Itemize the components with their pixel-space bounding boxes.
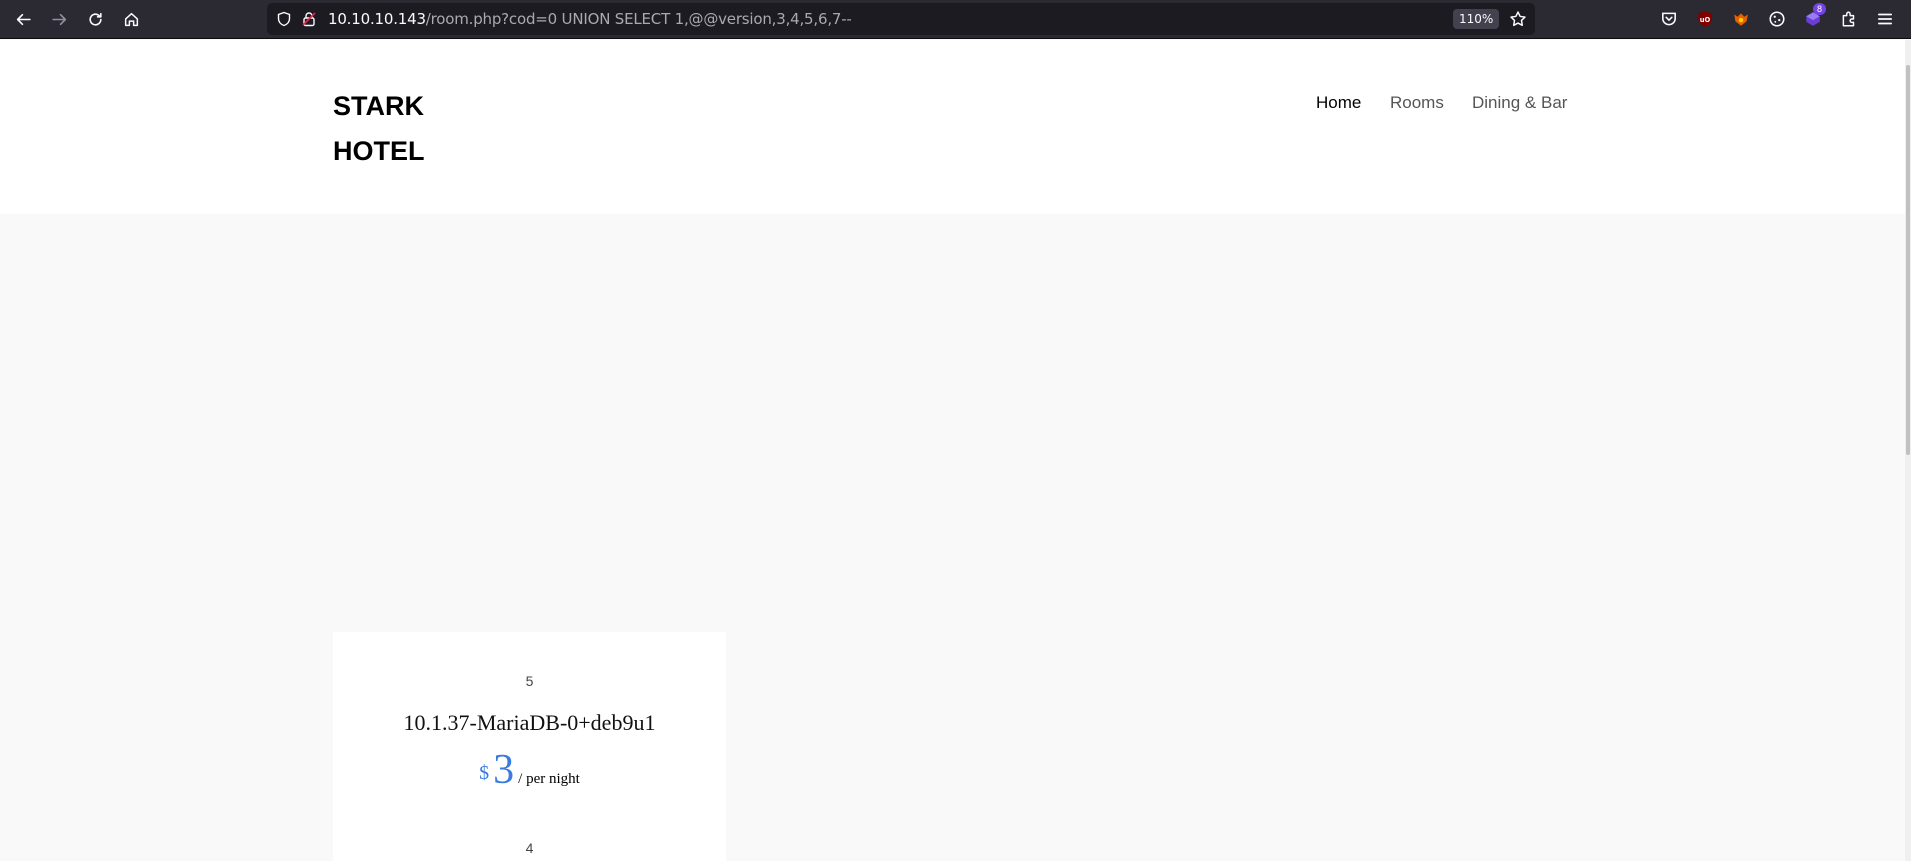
svg-text:uO: uO xyxy=(1700,16,1711,24)
menu-button[interactable] xyxy=(1874,8,1896,30)
extension-badge: 8 xyxy=(1813,3,1826,15)
site-header: STARK HOTEL Home Rooms Dining & Bar xyxy=(0,40,1909,214)
price-currency: $ xyxy=(479,762,490,784)
nav-home[interactable]: Home xyxy=(1316,93,1361,113)
scrollbar-thumb[interactable] xyxy=(1906,65,1910,455)
pocket-icon xyxy=(1662,12,1676,26)
hamburger-icon xyxy=(1877,13,1893,25)
arrow-left-icon xyxy=(16,13,31,25)
shield-icon[interactable] xyxy=(276,11,292,27)
site-logo[interactable]: STARK HOTEL xyxy=(333,84,453,174)
home-button[interactable] xyxy=(118,6,144,32)
reload-icon xyxy=(88,12,102,26)
url-path: /room.php?cod=0 UNION SELECT 1,@@version… xyxy=(425,10,852,28)
bookmark-star-icon[interactable] xyxy=(1509,10,1527,28)
url-host: 10.10.10.143 xyxy=(328,10,426,28)
price-amount: 3 xyxy=(493,747,515,793)
lock-icon[interactable] xyxy=(301,11,317,27)
price-per-night: / per night xyxy=(518,771,580,787)
back-button[interactable] xyxy=(10,6,36,32)
extensions-button[interactable] xyxy=(1838,8,1860,30)
url-text[interactable]: 10.10.10.143/room.php?cod=0 UNION SELECT… xyxy=(328,10,852,28)
reload-button[interactable] xyxy=(82,6,108,32)
pocket-button[interactable] xyxy=(1658,8,1680,30)
room-price: $ 3 / per night xyxy=(333,746,726,794)
puzzle-icon xyxy=(1842,11,1855,27)
logo-line-2: HOTEL xyxy=(333,136,425,166)
cookie-button[interactable] xyxy=(1766,8,1788,30)
arrow-right-icon xyxy=(51,13,66,25)
zoom-indicator[interactable]: 110% xyxy=(1453,9,1500,29)
nav-dining-bar[interactable]: Dining & Bar xyxy=(1472,93,1567,113)
fox-icon xyxy=(1734,13,1748,26)
browser-toolbar: 10.10.10.143/room.php?cod=0 UNION SELECT… xyxy=(0,0,1911,39)
logo-line-1: STARK xyxy=(333,91,424,121)
room-number-bottom: 4 xyxy=(525,840,534,856)
nav-rooms[interactable]: Rooms xyxy=(1390,93,1444,113)
home-icon xyxy=(124,12,138,26)
url-bar[interactable]: 10.10.10.143/room.php?cod=0 UNION SELECT… xyxy=(267,3,1535,35)
page-content: STARK HOTEL Home Rooms Dining & Bar 5 10… xyxy=(0,40,1909,861)
cookie-icon xyxy=(1769,11,1785,27)
room-name[interactable]: 10.1.37-MariaDB-0+deb9u1 xyxy=(333,710,726,736)
foxyproxy-button[interactable] xyxy=(1730,8,1752,30)
room-card: 5 10.1.37-MariaDB-0+deb9u1 $ 3 / per nig… xyxy=(333,632,726,861)
ublock-button[interactable]: uO xyxy=(1694,8,1716,30)
ublock-icon: uO xyxy=(1698,11,1712,27)
page-scrollbar[interactable] xyxy=(1905,40,1911,861)
forward-button[interactable] xyxy=(46,6,72,32)
room-number-top: 5 xyxy=(525,673,534,689)
